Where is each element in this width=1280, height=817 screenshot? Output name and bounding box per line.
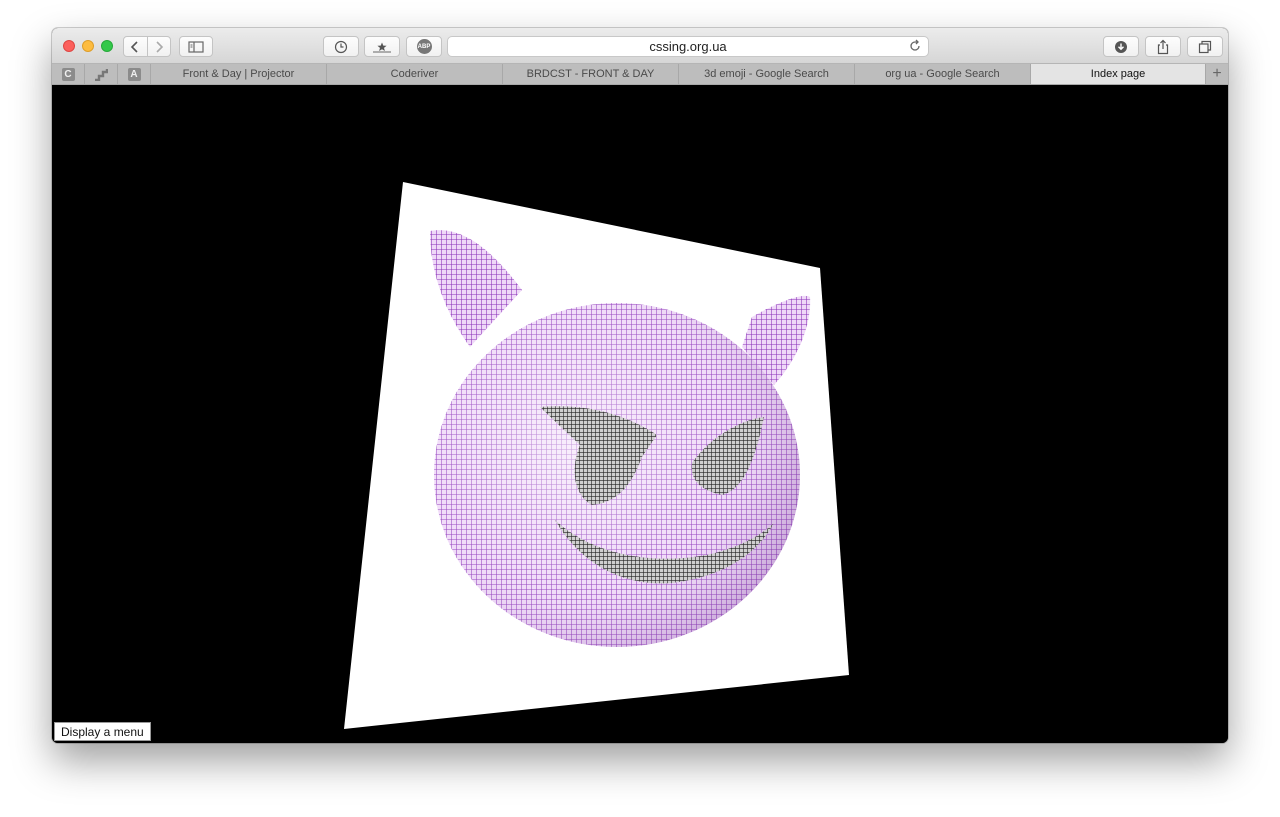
close-window-button[interactable] <box>63 40 75 52</box>
sidebar-button[interactable] <box>179 36 213 57</box>
pinned-tab-a-icon: A <box>127 67 141 81</box>
address-text: cssing.org.ua <box>649 39 727 54</box>
downloads-button[interactable] <box>1103 36 1139 57</box>
tab-3d-emoji-search[interactable]: 3d emoji - Google Search <box>679 64 855 84</box>
tab-label: org ua - Google Search <box>885 68 1000 80</box>
minimize-window-button[interactable] <box>82 40 94 52</box>
chevron-right-icon <box>156 40 163 53</box>
browser-toolbar: ABP cssing.org.ua <box>52 28 1228 64</box>
tab-coderiver[interactable]: Coderiver <box>327 64 503 84</box>
zoom-window-button[interactable] <box>101 40 113 52</box>
share-button[interactable] <box>1145 36 1181 57</box>
adblock-icon: ABP <box>416 39 432 54</box>
tab-brdcst[interactable]: BRDCST - FRONT & DAY <box>503 64 679 84</box>
pinned-tab-c[interactable]: C <box>52 64 85 84</box>
stairs-icon <box>95 68 108 81</box>
tab-label: Front & Day | Projector <box>182 68 295 80</box>
tab-index-page[interactable]: Index page <box>1031 64 1206 84</box>
tab-front-day-projector[interactable]: Front & Day | Projector <box>151 64 327 84</box>
tab-overview-button[interactable] <box>1187 36 1223 57</box>
browser-window: ABP cssing.org.ua C A Front & Day | Proj… <box>52 28 1228 743</box>
tabs-overview-icon <box>1198 40 1212 53</box>
star-icon <box>373 42 391 52</box>
tab-org-ua-search[interactable]: org ua - Google Search <box>855 64 1031 84</box>
tab-label: Coderiver <box>390 68 439 80</box>
emoji-canvas <box>344 182 849 729</box>
reload-icon[interactable] <box>908 39 922 53</box>
page-content: Display a menu <box>52 85 1228 743</box>
tab-bar: C A Front & Day | Projector Coderiver BR… <box>52 64 1228 85</box>
tab-label: Index page <box>1090 68 1146 80</box>
adblock-button[interactable]: ABP <box>406 36 442 57</box>
back-button[interactable] <box>124 37 147 56</box>
share-icon <box>1157 39 1169 54</box>
forward-button[interactable] <box>146 37 171 56</box>
sidebar-icon <box>188 40 204 53</box>
pinned-tab-a[interactable]: A <box>118 64 151 84</box>
tab-label: BRDCST - FRONT & DAY <box>526 68 655 80</box>
chevron-left-icon <box>131 40 138 53</box>
tab-label: 3d emoji - Google Search <box>704 68 829 80</box>
pinned-tab-c-icon: C <box>61 67 75 81</box>
new-tab-button[interactable]: + <box>1206 64 1228 84</box>
pinned-tab-stairs[interactable] <box>85 64 118 84</box>
address-bar[interactable]: cssing.org.ua <box>447 36 929 57</box>
navigation-buttons <box>123 36 171 57</box>
display-menu-button[interactable]: Display a menu <box>54 722 151 741</box>
download-icon <box>1115 40 1127 53</box>
history-button[interactable] <box>323 36 359 57</box>
clock-icon <box>334 40 348 53</box>
bookmarks-button[interactable] <box>364 36 400 57</box>
